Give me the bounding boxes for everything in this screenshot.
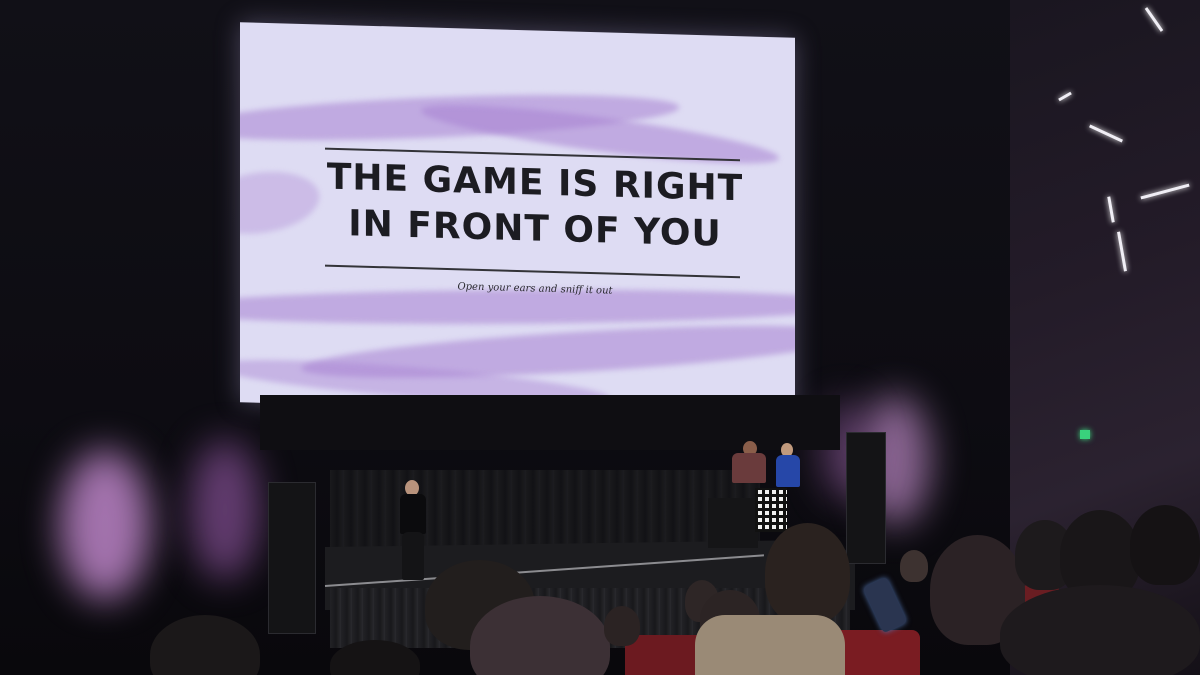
podium xyxy=(708,498,758,548)
theater-scene: THE GAME IS RIGHT IN FRONT OF YOU Open y… xyxy=(0,0,1200,675)
audience-member-shirt xyxy=(695,615,845,675)
speaker-stack-right xyxy=(846,432,886,564)
projection-screen: THE GAME IS RIGHT IN FRONT OF YOU Open y… xyxy=(240,22,795,418)
audience-member xyxy=(1130,505,1200,585)
exit-sign xyxy=(1080,430,1090,439)
speaker-stack-left xyxy=(268,482,316,634)
slide-title: THE GAME IS RIGHT IN FRONT OF YOU xyxy=(300,154,770,259)
seat xyxy=(625,635,705,675)
title-rule-bottom xyxy=(325,264,740,279)
audience-member xyxy=(1000,585,1200,675)
audience-member xyxy=(765,523,850,623)
audience-member xyxy=(604,606,640,646)
audience-member xyxy=(900,550,928,582)
wall-light-left xyxy=(60,450,150,600)
game-board xyxy=(755,488,787,532)
wall-light-left-2 xyxy=(190,440,260,580)
